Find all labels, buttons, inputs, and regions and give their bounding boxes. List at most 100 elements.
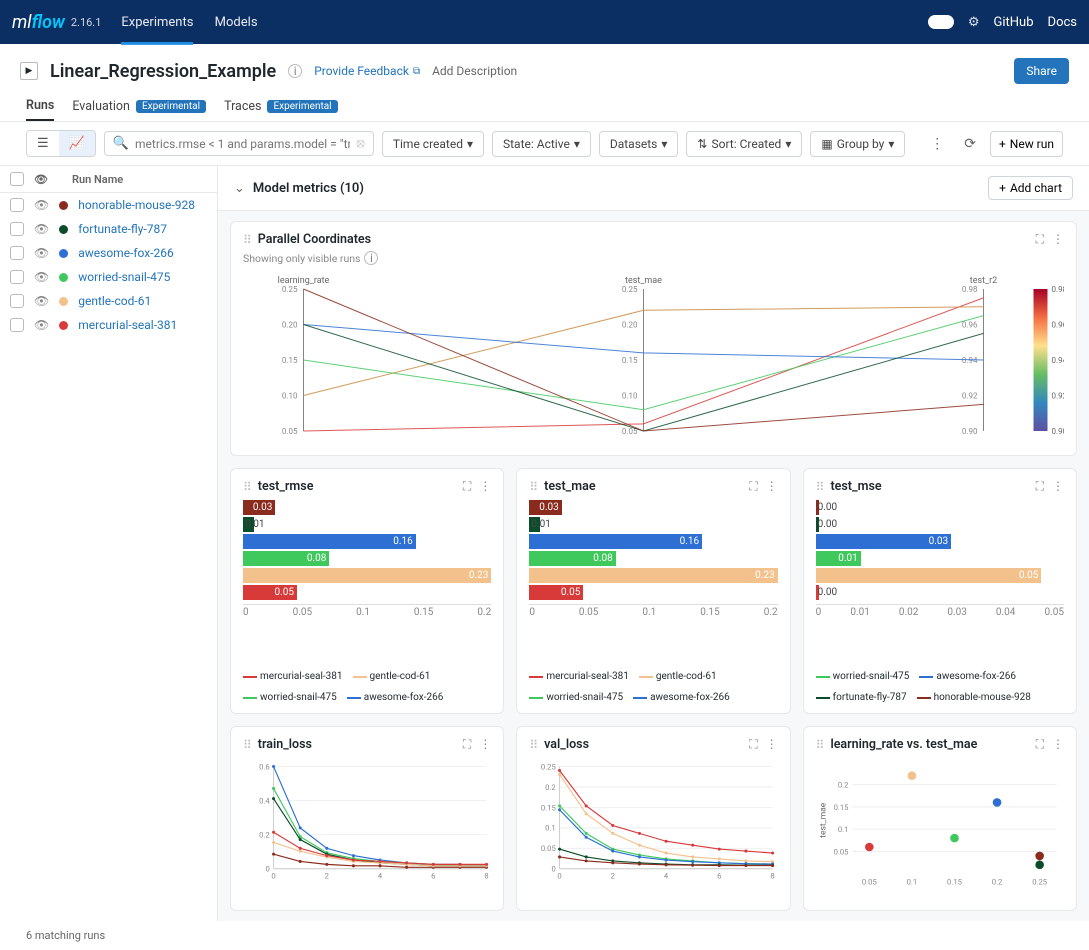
- run-checkbox[interactable]: [10, 294, 24, 308]
- run-link[interactable]: fortunate-fly-787: [78, 222, 167, 236]
- legend-item[interactable]: mercurial-seal-381: [243, 671, 343, 682]
- drag-handle-icon[interactable]: ⠿: [529, 738, 538, 752]
- bar[interactable]: 0.05: [816, 568, 1042, 583]
- kebab-icon[interactable]: ⋮: [766, 479, 778, 494]
- drag-handle-icon[interactable]: ⠿: [816, 738, 825, 752]
- theme-toggle[interactable]: [928, 15, 954, 29]
- legend-item[interactable]: awesome-fox-266: [919, 671, 1016, 682]
- drag-handle-icon[interactable]: ⠿: [243, 738, 252, 752]
- groupby-button[interactable]: ▦ Group by ▾: [810, 131, 905, 157]
- expand-icon[interactable]: ⛶: [1036, 232, 1044, 247]
- legend-item[interactable]: gentle-cod-61: [353, 671, 431, 682]
- kebab-icon[interactable]: ⋮: [479, 479, 491, 494]
- scatter-chart[interactable]: 0.050.10.150.20.050.10.150.20.25test_mae: [816, 756, 1064, 896]
- run-checkbox[interactable]: [10, 318, 24, 332]
- legend-item[interactable]: honorable-mouse-928: [917, 692, 1031, 703]
- bar[interactable]: 0.16: [529, 534, 702, 549]
- clear-icon[interactable]: ⦻: [356, 136, 365, 151]
- info-icon[interactable]: i: [364, 251, 378, 265]
- bar[interactable]: 0.08: [529, 551, 615, 566]
- add-description[interactable]: Add Description: [432, 64, 517, 78]
- search-box[interactable]: 🔍 ⦻: [104, 131, 374, 156]
- bar[interactable]: 0.01: [529, 517, 540, 532]
- nav-experiments[interactable]: Experiments: [121, 15, 193, 45]
- bar[interactable]: 0.23: [529, 568, 777, 583]
- bar[interactable]: 0.01: [816, 551, 861, 566]
- bar[interactable]: 0.00: [816, 585, 819, 600]
- legend-item[interactable]: mercurial-seal-381: [529, 671, 629, 682]
- legend-item[interactable]: awesome-fox-266: [347, 692, 444, 703]
- drag-handle-icon[interactable]: ⠿: [816, 480, 825, 494]
- drag-handle-icon[interactable]: ⠿: [243, 480, 252, 494]
- tab-traces[interactable]: TracesExperimental: [224, 92, 338, 121]
- kebab-icon[interactable]: ⋮: [766, 737, 778, 752]
- drag-handle-icon[interactable]: ⠿: [529, 480, 538, 494]
- run-link[interactable]: mercurial-seal-381: [78, 318, 177, 332]
- run-checkbox[interactable]: [10, 270, 24, 284]
- bar[interactable]: 0.03: [529, 500, 561, 515]
- gear-icon[interactable]: ⚙: [968, 15, 980, 30]
- tab-runs[interactable]: Runs: [26, 92, 54, 121]
- visibility-icon[interactable]: 👁: [34, 246, 49, 260]
- legend-item[interactable]: gentle-cod-61: [639, 671, 717, 682]
- sort-button[interactable]: ⇅ Sort: Created ▾: [686, 131, 802, 157]
- bar[interactable]: 0.00: [816, 517, 819, 532]
- kebab-icon[interactable]: ⋮: [1052, 479, 1064, 494]
- time-filter[interactable]: Time created ▾: [382, 131, 484, 157]
- expand-icon[interactable]: ⛶: [1036, 479, 1044, 494]
- new-run-button[interactable]: + New run: [990, 131, 1063, 157]
- add-chart-button[interactable]: + Add chart: [988, 176, 1073, 200]
- bar[interactable]: 0.23: [243, 568, 491, 583]
- legend-item[interactable]: worried-snail-475: [529, 692, 623, 703]
- chart-view-button[interactable]: 📈: [59, 131, 95, 156]
- datasets-filter[interactable]: Datasets ▾: [599, 131, 679, 157]
- legend-item[interactable]: worried-snail-475: [243, 692, 337, 703]
- run-link[interactable]: worried-snail-475: [78, 270, 170, 284]
- run-checkbox[interactable]: [10, 246, 24, 260]
- info-icon[interactable]: i: [288, 64, 302, 78]
- expand-icon[interactable]: ⛶: [749, 479, 757, 494]
- bar-chart[interactable]: 0.030.010.160.080.230.0500.050.10.150.2: [243, 500, 491, 645]
- provide-feedback-link[interactable]: Provide Feedback⧉: [314, 64, 420, 78]
- bar-chart[interactable]: 0.030.010.160.080.230.0500.050.10.150.2: [529, 500, 777, 645]
- bar[interactable]: 0.05: [529, 585, 583, 600]
- line-chart[interactable]: 00.050.10.150.20.2502468: [529, 756, 777, 886]
- run-link[interactable]: awesome-fox-266: [78, 246, 174, 260]
- bar[interactable]: 0.01: [243, 517, 254, 532]
- bar-chart[interactable]: 0.000.000.030.010.050.0000.010.020.030.0…: [816, 500, 1064, 645]
- visibility-icon[interactable]: 👁: [34, 318, 49, 332]
- share-button[interactable]: Share: [1014, 58, 1069, 84]
- visibility-icon[interactable]: 👁: [34, 294, 49, 308]
- visibility-icon[interactable]: 👁: [34, 198, 49, 212]
- run-link[interactable]: honorable-mouse-928: [78, 198, 195, 212]
- select-all-checkbox[interactable]: [10, 172, 24, 186]
- bar[interactable]: 0.08: [243, 551, 329, 566]
- bar[interactable]: 0.00: [816, 500, 819, 515]
- kebab-icon[interactable]: ⋮: [924, 132, 950, 156]
- nav-docs[interactable]: Docs: [1048, 15, 1077, 30]
- nav-github[interactable]: GitHub: [994, 15, 1034, 30]
- visibility-icon[interactable]: 👁: [34, 222, 49, 236]
- bar[interactable]: 0.16: [243, 534, 416, 549]
- kebab-icon[interactable]: ⋮: [479, 737, 491, 752]
- expand-icon[interactable]: ⛶: [1036, 737, 1044, 752]
- tab-evaluation[interactable]: EvaluationExperimental: [72, 92, 206, 121]
- line-chart[interactable]: 00.20.40.602468: [243, 756, 491, 886]
- legend-item[interactable]: fortunate-fly-787: [816, 692, 907, 703]
- run-link[interactable]: gentle-cod-61: [78, 294, 151, 308]
- expand-icon[interactable]: ⛶: [463, 737, 471, 752]
- nav-models[interactable]: Models: [215, 15, 258, 30]
- kebab-icon[interactable]: ⋮: [1052, 232, 1064, 247]
- bar[interactable]: 0.03: [243, 500, 275, 515]
- legend-item[interactable]: awesome-fox-266: [633, 692, 730, 703]
- play-icon[interactable]: ▶: [20, 62, 38, 80]
- kebab-icon[interactable]: ⋮: [1052, 737, 1064, 752]
- run-checkbox[interactable]: [10, 198, 24, 212]
- expand-icon[interactable]: ⛶: [463, 479, 471, 494]
- visibility-icon[interactable]: 👁: [34, 270, 49, 284]
- refresh-icon[interactable]: ⟳: [958, 132, 982, 156]
- collapse-icon[interactable]: ⌄: [234, 181, 245, 196]
- parallel-coords-chart[interactable]: learning_rate0.250.200.150.100.05test_ma…: [243, 271, 1064, 441]
- expand-icon[interactable]: ⛶: [749, 737, 757, 752]
- list-view-button[interactable]: ☰: [27, 131, 59, 156]
